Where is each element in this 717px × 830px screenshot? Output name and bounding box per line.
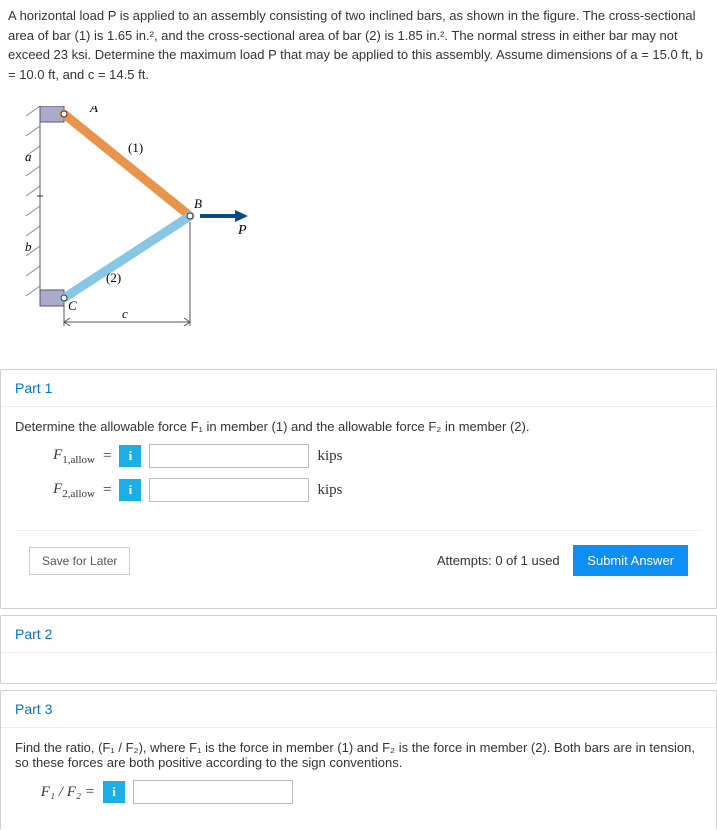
part-1: Part 1 Determine the allowable force F₁ … — [0, 369, 717, 609]
save-for-later-button[interactable]: Save for Later — [29, 547, 130, 575]
attempts-text: Attempts: 0 of 1 used — [437, 553, 560, 568]
bar1-label: (1) — [128, 140, 143, 155]
part-2[interactable]: Part 2 — [0, 615, 717, 684]
dim-a: a — [25, 149, 32, 164]
info-icon[interactable]: i — [119, 445, 141, 467]
f1-input[interactable] — [149, 444, 309, 468]
part-3: Part 3 Find the ratio, (F₁ / F₂), where … — [0, 690, 717, 830]
problem-statement: A horizontal load P is applied to an ass… — [0, 0, 717, 96]
part-3-title: Part 3 — [1, 691, 716, 727]
submit-answer-button[interactable]: Submit Answer — [573, 545, 688, 576]
label-A: A — [89, 106, 98, 115]
figure: a b A B C (1) (2) P c — [0, 96, 717, 369]
label-C: C — [68, 298, 77, 313]
f1-unit: kips — [317, 448, 342, 465]
part-1-title: Part 1 — [1, 370, 716, 406]
label-B: B — [194, 196, 202, 211]
f2-label: F2,allow — [25, 481, 95, 500]
part-2-title: Part 2 — [1, 616, 716, 652]
dim-c: c — [122, 306, 128, 321]
part-3-prompt: Find the ratio, (F₁ / F₂), where F₁ is t… — [15, 740, 702, 770]
ratio-input[interactable] — [133, 780, 293, 804]
part-1-prompt: Determine the allowable force F₁ in memb… — [15, 419, 702, 434]
equals-sign: = — [103, 482, 111, 499]
label-P: P — [237, 223, 247, 238]
bar2-label: (2) — [106, 270, 121, 285]
f2-unit: kips — [317, 482, 342, 499]
ratio-label: F₁ / F₂ = — [25, 784, 95, 801]
equals-sign: = — [103, 448, 111, 465]
dim-b: b — [25, 239, 32, 254]
info-icon[interactable]: i — [119, 479, 141, 501]
info-icon[interactable]: i — [103, 781, 125, 803]
f1-label: F1,allow — [25, 447, 95, 466]
f2-input[interactable] — [149, 478, 309, 502]
